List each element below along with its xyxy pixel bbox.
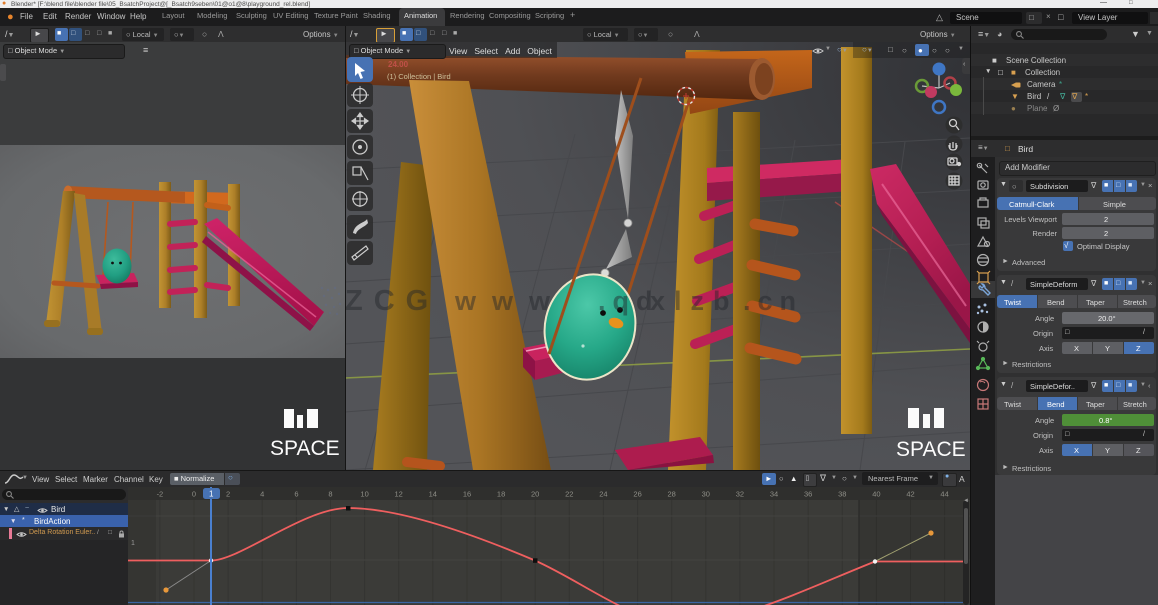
- svg-text:38: 38: [838, 490, 846, 499]
- svg-text:22: 22: [565, 490, 573, 499]
- svg-text:4: 4: [260, 490, 264, 499]
- svg-text:12: 12: [395, 490, 403, 499]
- svg-text:26: 26: [633, 490, 641, 499]
- svg-text:28: 28: [668, 490, 676, 499]
- svg-text:32: 32: [736, 490, 744, 499]
- svg-text:20: 20: [531, 490, 539, 499]
- svg-text:40: 40: [872, 490, 880, 499]
- svg-text:24: 24: [599, 490, 607, 499]
- svg-text:44: 44: [940, 490, 948, 499]
- svg-text:14: 14: [429, 490, 437, 499]
- svg-text:8: 8: [328, 490, 332, 499]
- svg-text:.cn: .cn: [743, 286, 803, 316]
- svg-text:16: 16: [463, 490, 471, 499]
- svg-text:2: 2: [226, 490, 230, 499]
- svg-text:6: 6: [294, 490, 298, 499]
- svg-text:www: www: [454, 286, 566, 316]
- svg-text:10: 10: [360, 490, 368, 499]
- svg-text:34: 34: [770, 490, 778, 499]
- svg-text:1: 1: [209, 490, 214, 499]
- svg-text:-2: -2: [157, 490, 164, 499]
- svg-text:42: 42: [906, 490, 914, 499]
- svg-text:xlzb: xlzb: [650, 286, 739, 316]
- svg-text:1: 1: [131, 540, 135, 547]
- svg-text:0: 0: [192, 490, 196, 499]
- svg-text:36: 36: [804, 490, 812, 499]
- svg-text:SPACE: SPACE: [896, 438, 966, 461]
- svg-text:SPACE: SPACE: [270, 437, 340, 460]
- svg-text:18: 18: [497, 490, 505, 499]
- svg-text:30: 30: [702, 490, 710, 499]
